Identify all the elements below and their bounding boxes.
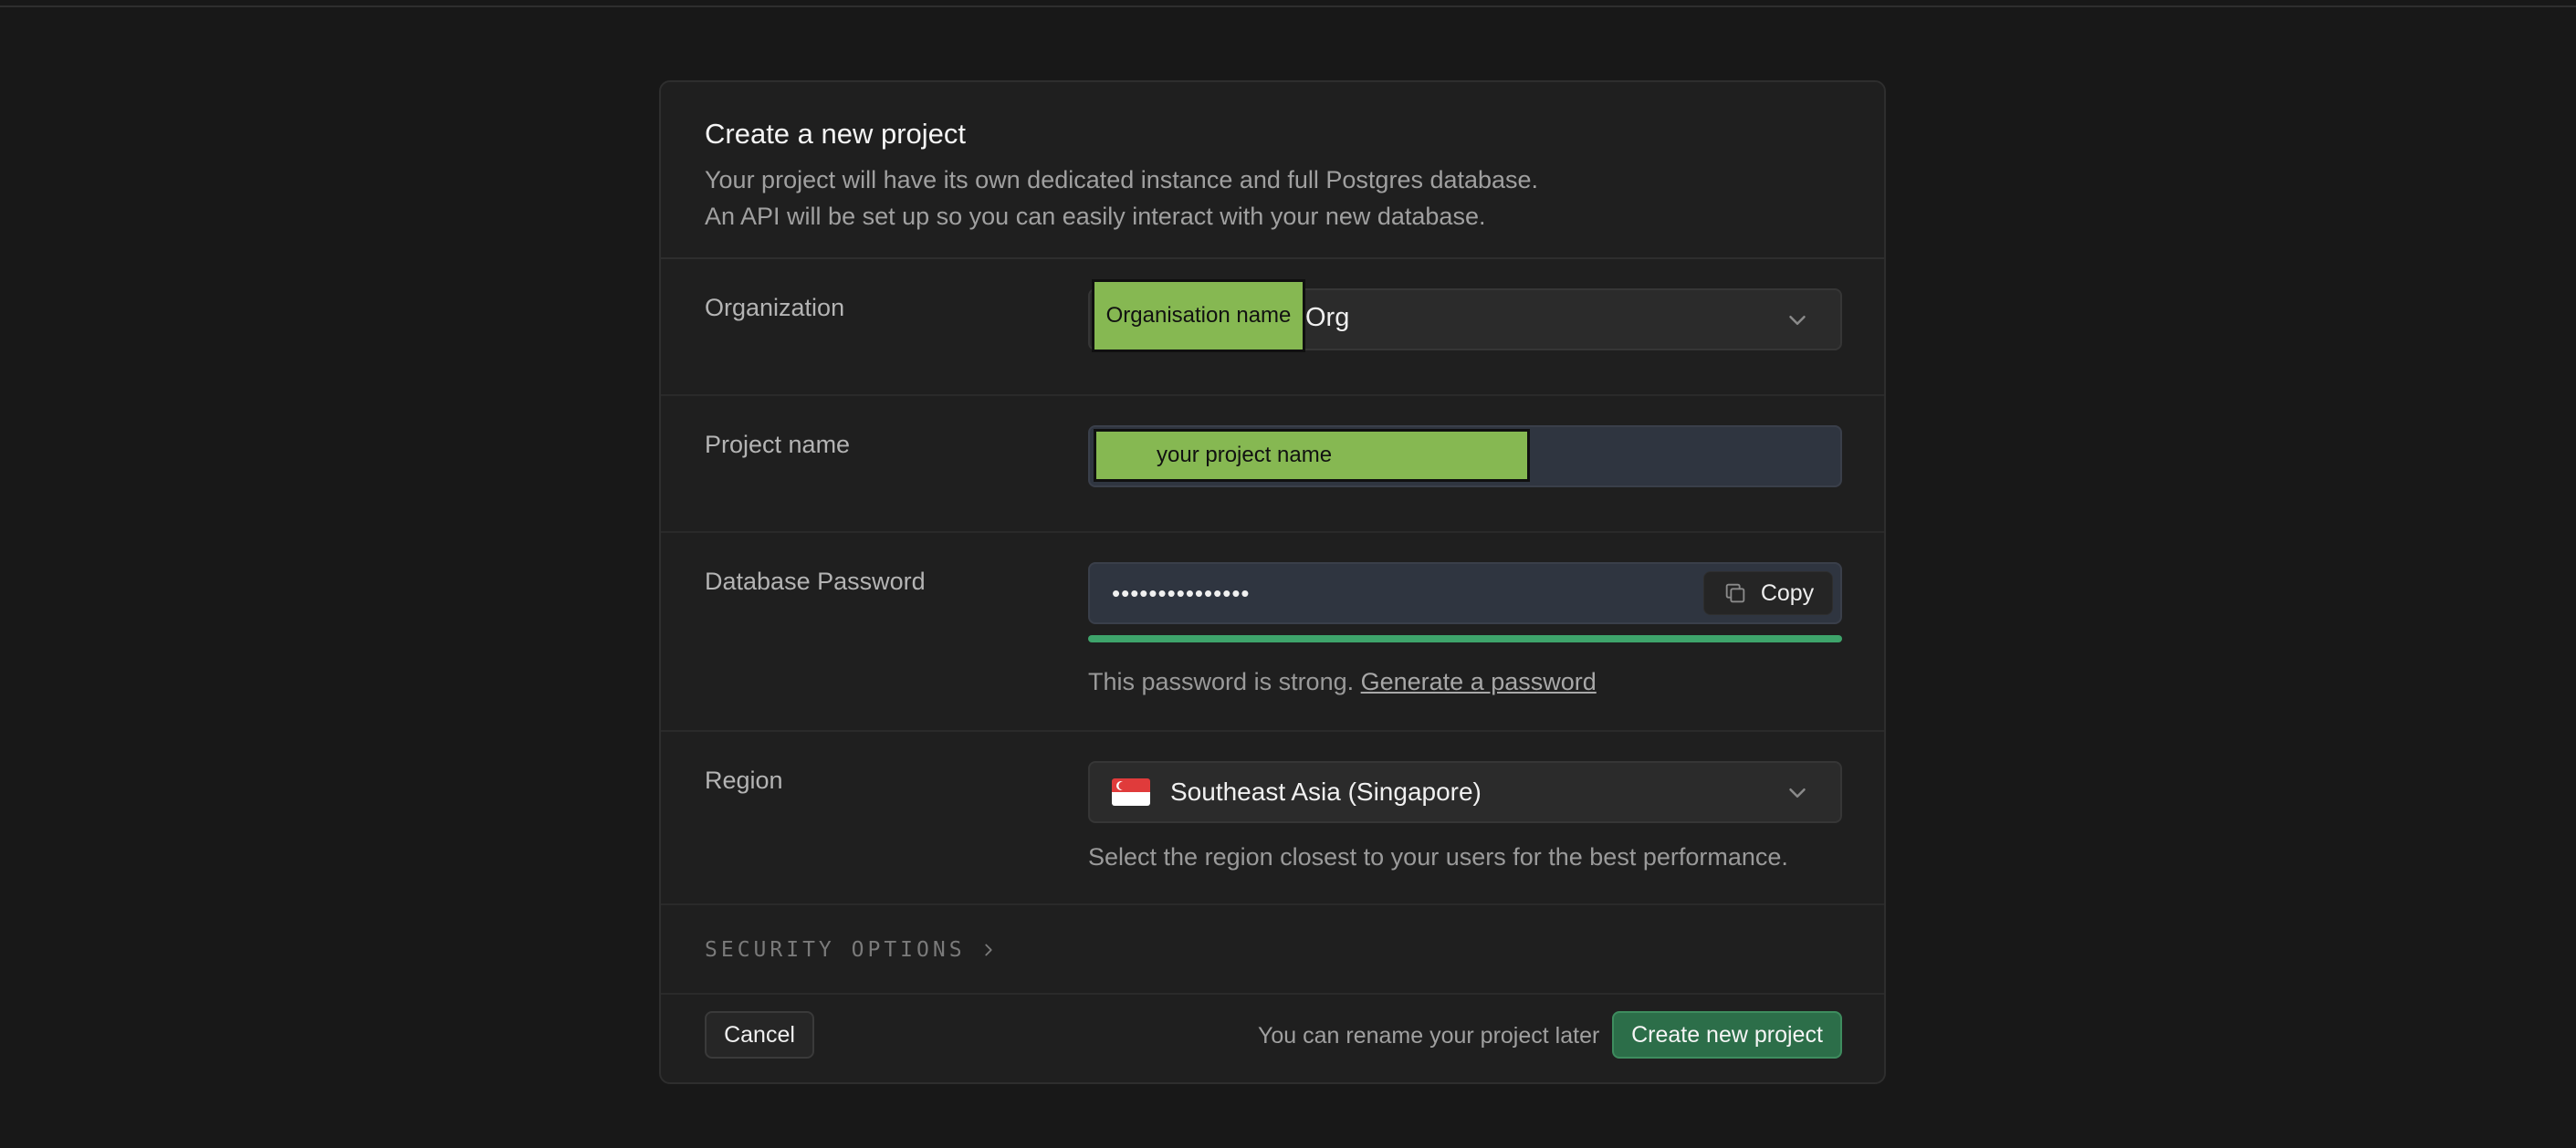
dialog-description-line-1: Your project will have its own dedicated… <box>705 166 1539 194</box>
copy-password-button[interactable]: Copy <box>1703 571 1833 615</box>
database-password-label: Database Password <box>705 568 926 595</box>
security-options-toggle[interactable]: SECURITY OPTIONS <box>705 938 999 962</box>
password-helper: This password is strong. Generate a pass… <box>1088 668 1597 696</box>
cancel-button[interactable]: Cancel <box>705 1011 814 1059</box>
region-select[interactable]: Southeast Asia (Singapore) <box>1088 761 1842 823</box>
organization-label: Organization <box>705 294 845 321</box>
dialog-description-line-2: An API will be set up so you can easily … <box>705 203 1486 231</box>
region-value: Southeast Asia (Singapore) <box>1170 778 1482 806</box>
singapore-flag-icon <box>1112 778 1150 806</box>
password-strength-bar <box>1088 635 1842 642</box>
create-project-button[interactable]: Create new project <box>1612 1011 1842 1059</box>
project-name-input[interactable]: your project name <box>1088 425 1842 487</box>
password-masked-value: ••••••••••••••• <box>1112 579 1251 607</box>
copy-button-label: Copy <box>1760 579 1815 606</box>
security-options-row[interactable]: SECURITY OPTIONS <box>661 905 1884 995</box>
chevron-down-icon <box>1789 788 1806 798</box>
region-helper-text: Select the region closest to your users … <box>1088 843 1788 871</box>
copy-icon <box>1725 583 1745 603</box>
generate-password-link[interactable]: Generate a password <box>1361 668 1597 695</box>
chevron-down-icon <box>1789 316 1806 325</box>
project-name-label: Project name <box>705 431 851 458</box>
project-name-redaction: your project name <box>1094 429 1530 482</box>
database-password-input[interactable]: ••••••••••••••• Copy <box>1088 562 1842 624</box>
organization-value: Org <box>1305 303 1350 332</box>
region-label: Region <box>705 767 783 794</box>
organization-row: Organization Organisation name Org <box>661 259 1884 396</box>
chevron-right-icon <box>984 944 992 956</box>
dialog-title: Create a new project <box>705 118 967 150</box>
top-divider <box>0 0 2576 7</box>
organization-select[interactable]: Organisation name Org <box>1088 279 1842 352</box>
dialog-footer: Cancel You can rename your project later… <box>661 991 1884 1082</box>
password-strength-text: This password is strong. <box>1088 668 1355 695</box>
rename-note: You can rename your project later <box>1258 1023 1600 1049</box>
project-name-row: Project name your project name <box>661 396 1884 533</box>
database-password-row: Database Password ••••••••••••••• Copy T… <box>661 533 1884 732</box>
dialog-header: Create a new project Your project will h… <box>661 82 1884 259</box>
region-row: Region Southeast Asia (Singapore) Select… <box>661 732 1884 905</box>
security-options-label: SECURITY OPTIONS <box>705 938 966 962</box>
organization-redaction-tag: Organisation name <box>1092 279 1305 352</box>
create-project-dialog: Create a new project Your project will h… <box>659 80 1886 1084</box>
